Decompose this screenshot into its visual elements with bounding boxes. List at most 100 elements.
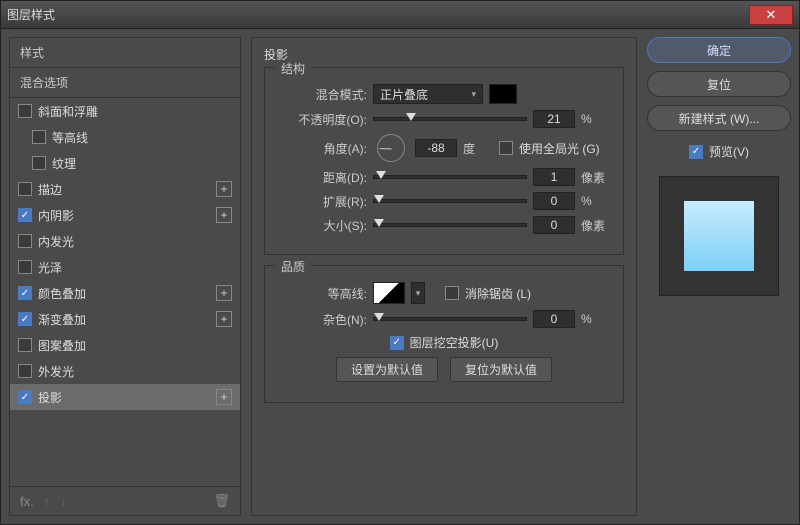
style-item[interactable]: 内发光 [10,228,240,254]
noise-unit: % [581,312,611,326]
titlebar[interactable]: 图层样式 ✕ [1,1,799,29]
distance-slider[interactable] [373,175,527,179]
make-default-button[interactable]: 设置为默认值 [336,357,438,382]
contour-label: 等高线: [277,285,367,302]
angle-unit: 度 [463,140,493,157]
add-effect-icon[interactable]: + [216,311,232,327]
blending-options-header[interactable]: 混合选项 [10,68,240,98]
panel-title: 投影 [264,46,624,63]
structure-title: 结构 [275,60,311,77]
distance-input[interactable]: 1 [533,168,575,186]
angle-label: 角度(A): [277,140,367,157]
preview-checkbox[interactable]: ✓ [689,145,703,159]
opacity-input[interactable]: 21 [533,110,575,128]
global-light-label: 使用全局光 (G) [519,140,600,157]
style-checkbox[interactable] [18,234,32,248]
style-item-label: 图案叠加 [38,337,232,354]
preview-box [659,176,779,296]
style-checkbox[interactable] [32,156,46,170]
angle-input[interactable]: -88 [415,139,457,157]
style-checkbox[interactable] [18,338,32,352]
noise-slider[interactable] [373,317,527,321]
add-effect-icon[interactable]: + [216,181,232,197]
add-effect-icon[interactable]: + [216,207,232,223]
blend-mode-label: 混合模式: [277,86,367,103]
cancel-button[interactable]: 复位 [647,71,791,97]
knockout-checkbox[interactable]: ✓ [390,336,404,350]
spread-slider[interactable] [373,199,527,203]
opacity-label: 不透明度(O): [277,111,367,128]
quality-group: 品质 等高线: ▾ 消除锯齿 (L) 杂色(N): 0 % ✓ [264,265,624,403]
blend-mode-select[interactable]: 正片叠底 ▾ [373,84,483,104]
angle-dial[interactable] [377,134,405,162]
style-item[interactable]: 纹理 [10,150,240,176]
contour-picker[interactable] [373,282,405,304]
style-checkbox[interactable] [18,182,32,196]
style-item[interactable]: 图案叠加 [10,332,240,358]
new-style-button[interactable]: 新建样式 (W)... [647,105,791,131]
noise-label: 杂色(N): [277,311,367,328]
fx-icon[interactable]: fx. [20,494,34,509]
quality-title: 品质 [275,258,311,275]
distance-unit: 像素 [581,169,611,186]
global-light-checkbox[interactable] [499,141,513,155]
spread-label: 扩展(R): [277,193,367,210]
spread-unit: % [581,194,611,208]
style-item-label: 内阴影 [38,207,216,224]
trash-icon[interactable]: 🗑 [213,493,230,509]
action-panel: 确定 复位 新建样式 (W)... ✓ 预览(V) [647,37,791,516]
down-arrow-icon[interactable]: ↓ [60,494,67,509]
style-item[interactable]: ✓ 渐变叠加+ [10,306,240,332]
style-item[interactable]: 斜面和浮雕 [10,98,240,124]
knockout-label: 图层挖空投影(U) [410,334,499,351]
style-item[interactable]: 等高线 [10,124,240,150]
structure-group: 结构 混合模式: 正片叠底 ▾ 不透明度(O): 21 % 角度(A [264,67,624,255]
style-item[interactable]: 光泽 [10,254,240,280]
styles-header[interactable]: 样式 [10,38,240,68]
contour-dropdown[interactable]: ▾ [411,282,425,304]
add-effect-icon[interactable]: + [216,389,232,405]
style-item-label: 纹理 [52,155,232,172]
settings-panel: 投影 结构 混合模式: 正片叠底 ▾ 不透明度(O): 21 % [251,37,637,516]
add-effect-icon[interactable]: + [216,285,232,301]
style-checkbox[interactable] [32,130,46,144]
noise-input[interactable]: 0 [533,310,575,328]
style-item[interactable]: ✓ 颜色叠加+ [10,280,240,306]
reset-default-button[interactable]: 复位为默认值 [450,357,552,382]
style-checkbox[interactable] [18,364,32,378]
style-item-label: 等高线 [52,129,232,146]
style-checkbox[interactable]: ✓ [18,286,32,300]
close-button[interactable]: ✕ [749,5,793,25]
preview-label: 预览(V) [709,143,749,160]
size-unit: 像素 [581,217,611,234]
style-item-label: 投影 [38,389,216,406]
layer-style-dialog: 图层样式 ✕ 样式 混合选项 斜面和浮雕等高线纹理描边+✓内阴影+内发光光泽✓颜… [0,0,800,525]
style-item-label: 光泽 [38,259,232,276]
styles-list-panel: 样式 混合选项 斜面和浮雕等高线纹理描边+✓内阴影+内发光光泽✓颜色叠加+✓渐变… [9,37,241,516]
shadow-color-swatch[interactable] [489,84,517,104]
style-item-label: 描边 [38,181,216,198]
ok-button[interactable]: 确定 [647,37,791,63]
style-checkbox[interactable]: ✓ [18,312,32,326]
style-item[interactable]: 描边+ [10,176,240,202]
style-item-label: 颜色叠加 [38,285,216,302]
size-slider[interactable] [373,223,527,227]
antialias-checkbox[interactable] [445,286,459,300]
opacity-slider[interactable] [373,117,527,121]
style-item[interactable]: ✓ 内阴影+ [10,202,240,228]
style-item[interactable]: 外发光 [10,358,240,384]
style-item-label: 内发光 [38,233,232,250]
size-input[interactable]: 0 [533,216,575,234]
style-checkbox[interactable] [18,260,32,274]
style-checkbox[interactable]: ✓ [18,390,32,404]
spread-input[interactable]: 0 [533,192,575,210]
style-item[interactable]: ✓ 投影+ [10,384,240,410]
up-arrow-icon[interactable]: ↑ [44,494,51,509]
style-checkbox[interactable] [18,104,32,118]
window-title: 图层样式 [7,6,749,23]
distance-label: 距离(D): [277,169,367,186]
style-item-label: 渐变叠加 [38,311,216,328]
style-checkbox[interactable]: ✓ [18,208,32,222]
chevron-down-icon: ▾ [471,89,476,100]
opacity-unit: % [581,112,611,126]
